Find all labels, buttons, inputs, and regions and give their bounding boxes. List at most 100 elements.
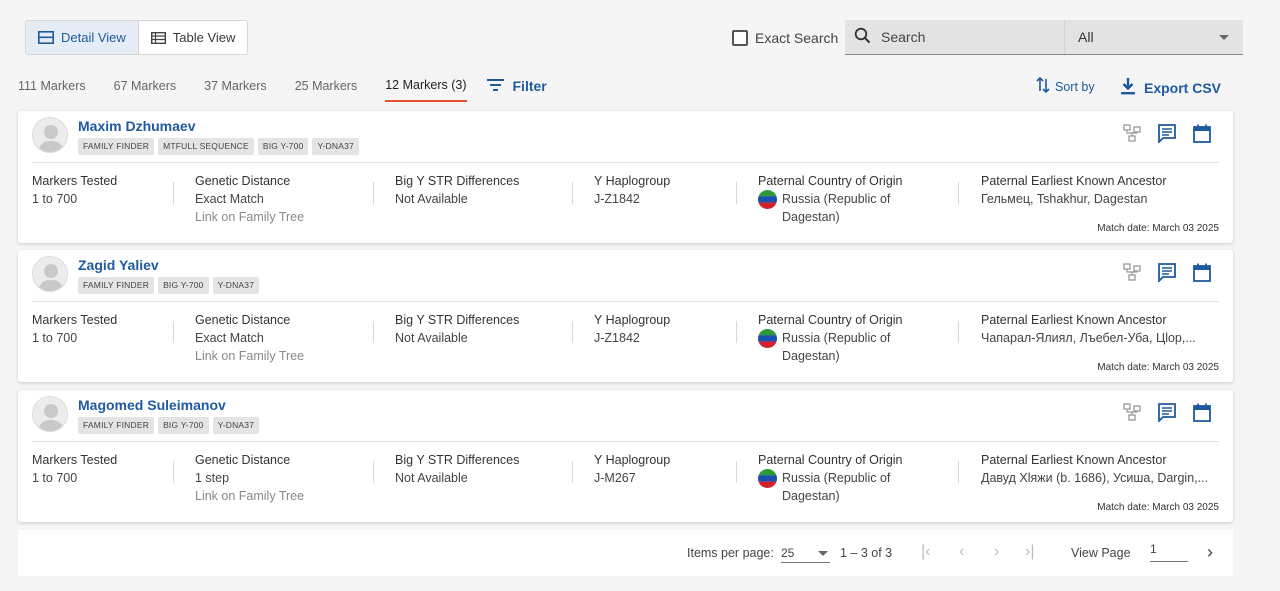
tab-25-markers[interactable]: 25 Markers — [295, 76, 358, 102]
chevron-down-icon — [818, 550, 828, 556]
paternal-country-label: Paternal Country of Origin — [758, 313, 903, 327]
country-line-2: Dagestan) — [782, 349, 840, 363]
marker-tabs: 111 Markers 67 Markers 37 Markers 25 Mar… — [18, 76, 547, 102]
filter-button[interactable]: Filter — [486, 78, 547, 100]
card-actions — [1123, 123, 1211, 148]
page-input[interactable]: 1 — [1150, 542, 1188, 562]
detail-view-label: Detail View — [61, 30, 126, 45]
earliest-ancestor: Paternal Earliest Known Ancestor Давуд Х… — [981, 451, 1208, 487]
match-name[interactable]: Zagid Yaliev — [78, 257, 159, 273]
markers-tested-label: Markers Tested — [32, 313, 118, 327]
match-name[interactable]: Magomed Suleimanov — [78, 397, 226, 413]
match-card: Magomed Suleimanov FAMILY FINDER BIG Y-70… — [18, 390, 1233, 522]
tab-67-markers[interactable]: 67 Markers — [114, 76, 177, 102]
tab-12-markers[interactable]: 12 Markers (3) — [385, 76, 467, 102]
test-badge: FAMILY FINDER — [78, 417, 155, 434]
filter-label: Filter — [512, 78, 547, 94]
chevron-down-icon — [1219, 34, 1229, 40]
search-input[interactable]: Search — [845, 20, 1065, 54]
search-bar: Search All — [845, 20, 1243, 55]
y-haplogroup-value: J-Z1842 — [594, 331, 640, 345]
card-actions — [1123, 262, 1211, 287]
link-family-tree[interactable]: Link on Family Tree — [195, 487, 304, 505]
tree-icon[interactable] — [1123, 263, 1141, 286]
app-root: Detail View Table View Exact Search Sear… — [0, 0, 1280, 591]
search-scope-select[interactable]: All — [1065, 20, 1243, 54]
test-badge: Y-DNA37 — [212, 277, 260, 294]
link-family-tree[interactable]: Link on Family Tree — [195, 347, 304, 365]
genetic-distance-label: Genetic Distance — [195, 453, 291, 467]
match-details: Markers Tested 1 to 700 Genetic Distance… — [32, 172, 1219, 228]
tab-37-markers[interactable]: 37 Markers — [204, 76, 267, 102]
country-line-1: Russia (Republic of — [782, 192, 891, 206]
prev-page-icon[interactable]: ‹ — [959, 543, 964, 561]
card-divider — [32, 162, 1219, 163]
match-date: Match date: March 03 2025 — [1097, 223, 1219, 234]
notes-icon[interactable] — [1157, 262, 1177, 287]
match-name[interactable]: Maxim Dzhumaev — [78, 118, 195, 134]
big-y-str-value: Not Available — [395, 331, 468, 345]
markers-tested: Markers Tested 1 to 700 — [32, 172, 117, 208]
paternal-country: Paternal Country of Origin Russia (Repub… — [758, 311, 903, 365]
page-input-value: 1 — [1150, 542, 1157, 556]
y-haplogroup-value: J-Z1842 — [594, 192, 640, 206]
test-badge: BIG Y-700 — [158, 417, 209, 434]
test-badge: MTFULL SEQUENCE — [158, 138, 254, 155]
export-csv-button[interactable]: Export CSV — [1120, 77, 1221, 98]
markers-tested-value: 1 to 700 — [32, 471, 78, 485]
first-page-icon[interactable]: |‹ — [921, 543, 930, 561]
column-separator — [572, 182, 573, 204]
items-per-page-select[interactable]: 25 — [781, 544, 830, 563]
genetic-distance-value: 1 step — [195, 471, 230, 485]
notes-icon[interactable] — [1157, 402, 1177, 427]
genetic-distance-label: Genetic Distance — [195, 313, 291, 327]
detail-view-button[interactable]: Detail View — [26, 21, 139, 54]
column-separator — [173, 461, 174, 483]
test-badge: Y-DNA37 — [212, 417, 260, 434]
chevron-right-icon[interactable]: › — [1207, 542, 1213, 563]
avatar-icon — [32, 256, 68, 292]
items-per-page-value: 25 — [781, 546, 795, 560]
table-view-button[interactable]: Table View — [139, 21, 248, 54]
exact-search[interactable]: Exact Search — [732, 30, 838, 46]
earliest-ancestor-label: Paternal Earliest Known Ancestor — [981, 313, 1167, 327]
tree-icon[interactable] — [1123, 124, 1141, 147]
avatar-icon — [32, 117, 68, 153]
y-haplogroup: Y Haplogroup J-Z1842 — [594, 172, 670, 208]
column-separator — [736, 182, 737, 204]
column-separator — [572, 321, 573, 343]
column-separator — [173, 321, 174, 343]
last-page-icon[interactable]: ›| — [1025, 543, 1034, 561]
dagestan-flag-icon — [758, 190, 777, 209]
match-date: Match date: March 03 2025 — [1097, 502, 1219, 513]
tab-111-markers[interactable]: 111 Markers — [18, 76, 86, 102]
column-separator — [958, 182, 959, 204]
notes-icon[interactable] — [1157, 123, 1177, 148]
test-badge: BIG Y-700 — [257, 138, 309, 155]
view-toggle: Detail View Table View — [25, 20, 249, 55]
avatar-icon — [32, 396, 68, 432]
link-family-tree[interactable]: Link on Family Tree — [195, 208, 304, 226]
tree-icon[interactable] — [1123, 403, 1141, 426]
country-line-2: Dagestan) — [782, 489, 840, 503]
earliest-ancestor-label: Paternal Earliest Known Ancestor — [981, 453, 1167, 467]
pagination-bar: Items per page: 25 1 – 3 of 3 |‹ ‹ › ›| … — [18, 530, 1233, 576]
next-page-icon[interactable]: › — [994, 543, 999, 561]
y-haplogroup-value: J-M267 — [594, 471, 636, 485]
search-icon — [854, 27, 871, 47]
calendar-icon[interactable] — [1193, 263, 1211, 287]
table-view-icon — [150, 31, 166, 44]
country-value: Russia (Republic of Dagestan) — [758, 469, 903, 505]
column-separator — [173, 182, 174, 204]
card-divider — [32, 441, 1219, 442]
dagestan-flag-icon — [758, 469, 777, 488]
calendar-icon[interactable] — [1193, 124, 1211, 148]
exact-search-checkbox[interactable] — [732, 30, 748, 46]
genetic-distance: Genetic Distance Exact Match Link on Fam… — [195, 311, 304, 365]
sort-by-button[interactable]: Sort by — [1036, 76, 1095, 96]
earliest-ancestor: Paternal Earliest Known Ancestor Гельмец… — [981, 172, 1167, 208]
y-haplogroup: Y Haplogroup J-Z1842 — [594, 311, 670, 347]
download-icon — [1120, 77, 1136, 98]
calendar-icon[interactable] — [1193, 403, 1211, 427]
y-haplogroup: Y Haplogroup J-M267 — [594, 451, 670, 487]
